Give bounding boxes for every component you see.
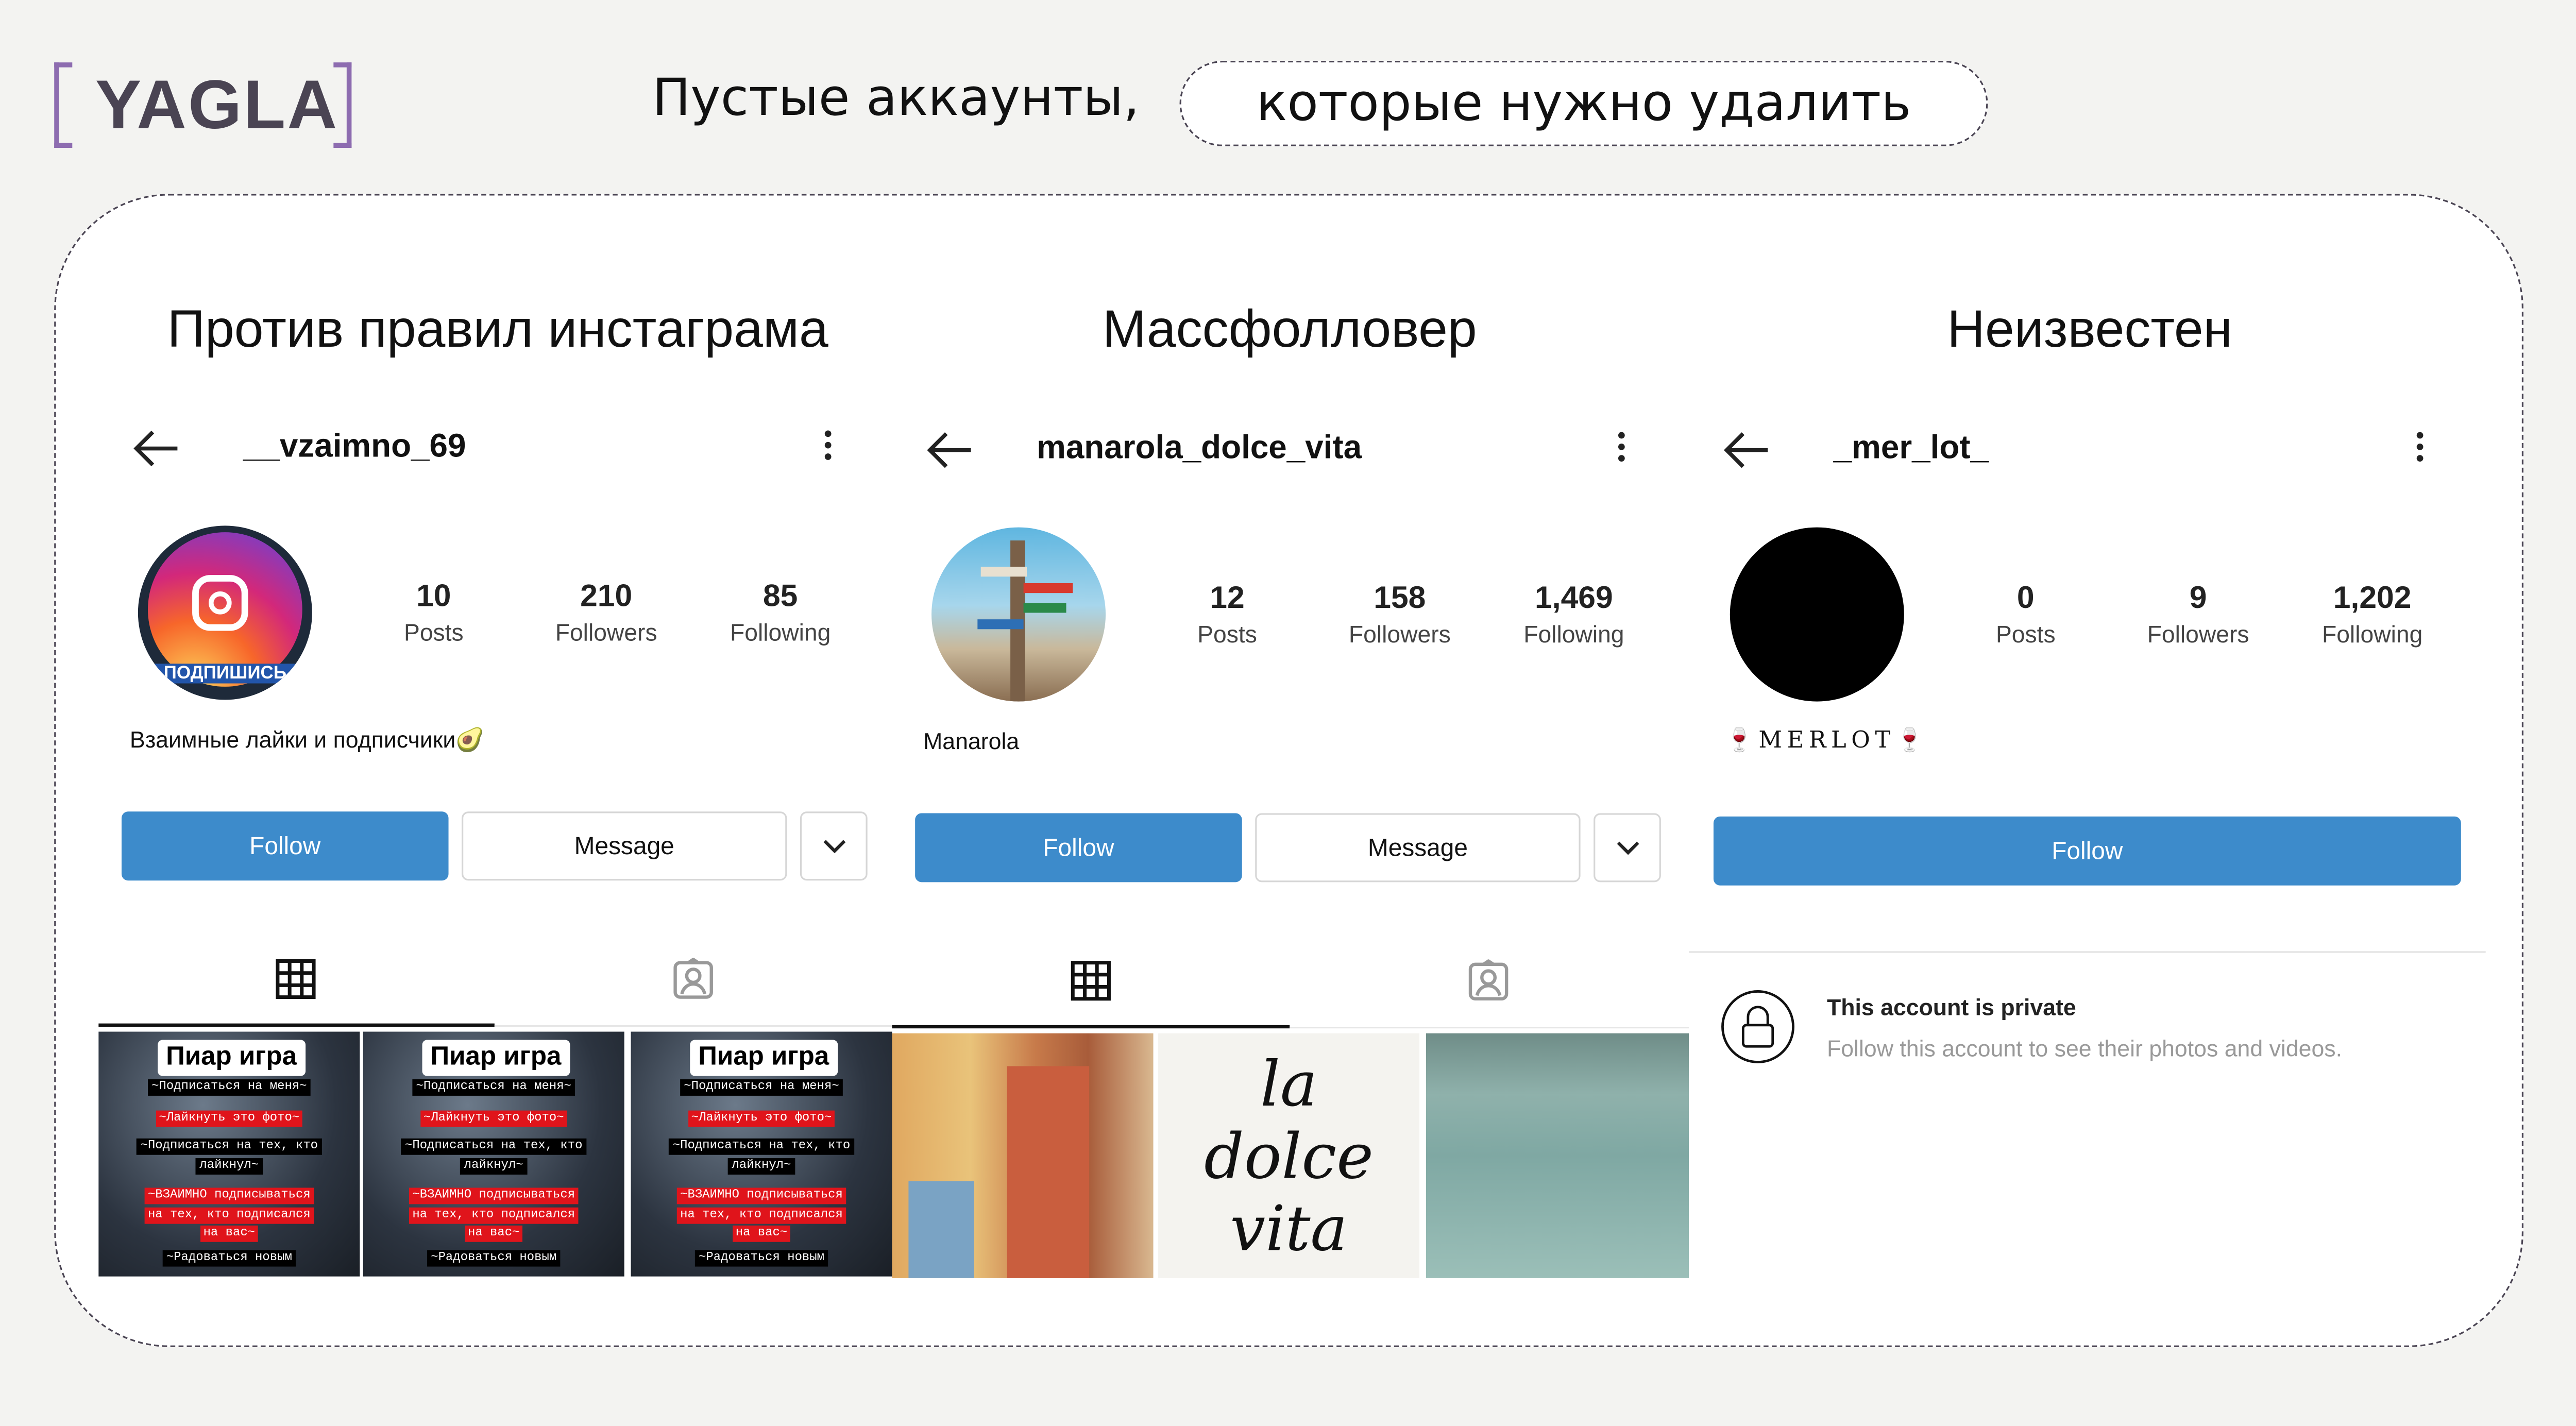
profile-panel: manarola_dolce_vita 12 Posts 158 Followers… <box>892 2 1689 1426</box>
message-button[interactable]: Message <box>462 811 787 881</box>
post-text-line: на вас~ <box>363 1225 624 1242</box>
tagged-icon[interactable] <box>672 958 715 1000</box>
post-text-line: ~ВЗАИМНО подписываться <box>98 1187 360 1204</box>
post-lettering: la dolce vita <box>1204 1047 1374 1264</box>
post-text-line: ~Лайкнуть это фото~ <box>98 1110 360 1127</box>
suggested-dropdown-button[interactable] <box>800 811 868 881</box>
post-text-line: ~ВЗАИМНО подписываться <box>631 1187 892 1204</box>
tab-posts-indicator <box>892 1025 1290 1029</box>
grid-icon[interactable] <box>1070 959 1112 1002</box>
stat-posts[interactable]: 12 Posts <box>1154 582 1301 649</box>
tagged-icon[interactable] <box>1467 959 1510 1002</box>
more-options-icon[interactable] <box>2415 432 2425 468</box>
stat-following[interactable]: 1,202 Following <box>2298 582 2446 649</box>
avatar[interactable]: ПОДПИШИСЬ <box>138 525 312 700</box>
post-thumbnail[interactable]: Пиар игра ~Подписаться на меня~ ~Лайкнуть … <box>98 1031 360 1277</box>
chevron-down-icon <box>822 839 845 853</box>
post-thumbnail[interactable]: Пиар игра ~Подписаться на меня~ ~Лайкнуть … <box>363 1031 624 1277</box>
post-text-line: ~Радоваться новым <box>98 1250 360 1267</box>
post-thumbnail[interactable] <box>892 1033 1154 1278</box>
divider <box>1290 1027 1689 1029</box>
divider <box>494 1025 892 1027</box>
post-text-line: ~Подписаться на меня~ <box>631 1079 892 1096</box>
instagram-logo-icon <box>192 575 248 631</box>
post-thumbnail[interactable]: Пиар игра ~Подписаться на меня~ ~Лайкнуть … <box>631 1031 892 1277</box>
profile-panel: __vzaimno_69 ПОДПИШИСЬ 10 Posts 210 Follow… <box>98 0 895 1424</box>
post-text-line: лайкнул~ <box>631 1158 892 1175</box>
avatar-label: ПОДПИШИСЬ <box>138 664 312 684</box>
post-text-line: ~Радоваться новым <box>631 1250 892 1267</box>
post-text-line: ~Лайкнуть это фото~ <box>363 1110 624 1127</box>
logo-bracket-left <box>54 62 73 148</box>
more-options-icon[interactable] <box>823 430 833 466</box>
post-thumbnail[interactable]: la dolce vita <box>1158 1033 1420 1278</box>
bio: 🍷MERLOT🍷 <box>1725 727 1929 754</box>
chevron-down-icon <box>1616 841 1638 854</box>
username: _mer_lot_ <box>1833 430 1989 467</box>
post-text-line: на вас~ <box>98 1225 360 1242</box>
back-arrow-icon[interactable] <box>131 427 181 470</box>
bio: Manarola <box>923 727 1020 754</box>
stat-followers[interactable]: 158 Followers <box>1326 582 1473 649</box>
post-text-line: ~Подписаться на тех, кто <box>631 1138 892 1155</box>
post-title: Пиар игра <box>158 1040 305 1076</box>
stat-followers[interactable]: 9 Followers <box>2124 582 2272 649</box>
lock-icon <box>1721 990 1794 1063</box>
bio: Взаимные лайки и подписчики🥑 <box>129 726 484 753</box>
message-button[interactable]: Message <box>1255 813 1581 882</box>
post-text-line: лайкнул~ <box>363 1158 624 1175</box>
back-arrow-icon[interactable] <box>1722 429 1771 471</box>
stat-followers[interactable]: 210 Followers <box>532 580 680 648</box>
post-text-line: ~Радоваться новым <box>363 1250 624 1267</box>
post-text-line: на тех, кто подписался <box>363 1207 624 1224</box>
stat-posts[interactable]: 10 Posts <box>360 580 507 648</box>
tab-posts-indicator <box>98 1023 495 1027</box>
stat-following[interactable]: 85 Following <box>706 580 854 648</box>
post-text-line: на тех, кто подписался <box>98 1207 360 1224</box>
profile-panel: _mer_lot_ 0 Posts 9 Followers 1,202 Followi… <box>1689 2 2486 1426</box>
private-title: This account is private <box>1826 994 2076 1021</box>
more-options-icon[interactable] <box>1617 432 1626 468</box>
post-title: Пиар игра <box>422 1040 570 1076</box>
post-text-line: ~Подписаться на тех, кто <box>98 1138 360 1155</box>
suggested-dropdown-button[interactable] <box>1594 813 1661 882</box>
post-text-line: ~Подписаться на меня~ <box>98 1079 360 1096</box>
post-text-line: на тех, кто подписался <box>631 1207 892 1224</box>
username: __vzaimno_69 <box>243 429 466 465</box>
avatar[interactable] <box>931 527 1106 702</box>
post-text-line: ~Подписаться на тех, кто <box>363 1138 624 1155</box>
post-text-line: ~Подписаться на меня~ <box>363 1079 624 1096</box>
follow-button[interactable]: Follow <box>121 811 449 881</box>
stat-posts[interactable]: 0 Posts <box>1952 582 2099 649</box>
username: manarola_dolce_vita <box>1037 430 1362 467</box>
post-text-line: на вас~ <box>631 1225 892 1242</box>
follow-button[interactable]: Follow <box>1713 816 2461 886</box>
back-arrow-icon[interactable] <box>925 429 974 471</box>
grid-icon[interactable] <box>275 958 317 1000</box>
divider <box>1689 951 2486 953</box>
avatar[interactable] <box>1730 527 1904 702</box>
private-text: Follow this account to see their photos … <box>1826 1034 2343 1061</box>
post-thumbnail[interactable] <box>1426 1033 1689 1278</box>
post-text-line: ~ВЗАИМНО подписываться <box>363 1187 624 1204</box>
post-text-line: лайкнул~ <box>98 1158 360 1175</box>
post-text-line: ~Лайкнуть это фото~ <box>631 1110 892 1127</box>
stat-following[interactable]: 1,469 Following <box>1500 582 1648 649</box>
post-title: Пиар игра <box>690 1040 838 1076</box>
follow-button[interactable]: Follow <box>915 813 1242 882</box>
